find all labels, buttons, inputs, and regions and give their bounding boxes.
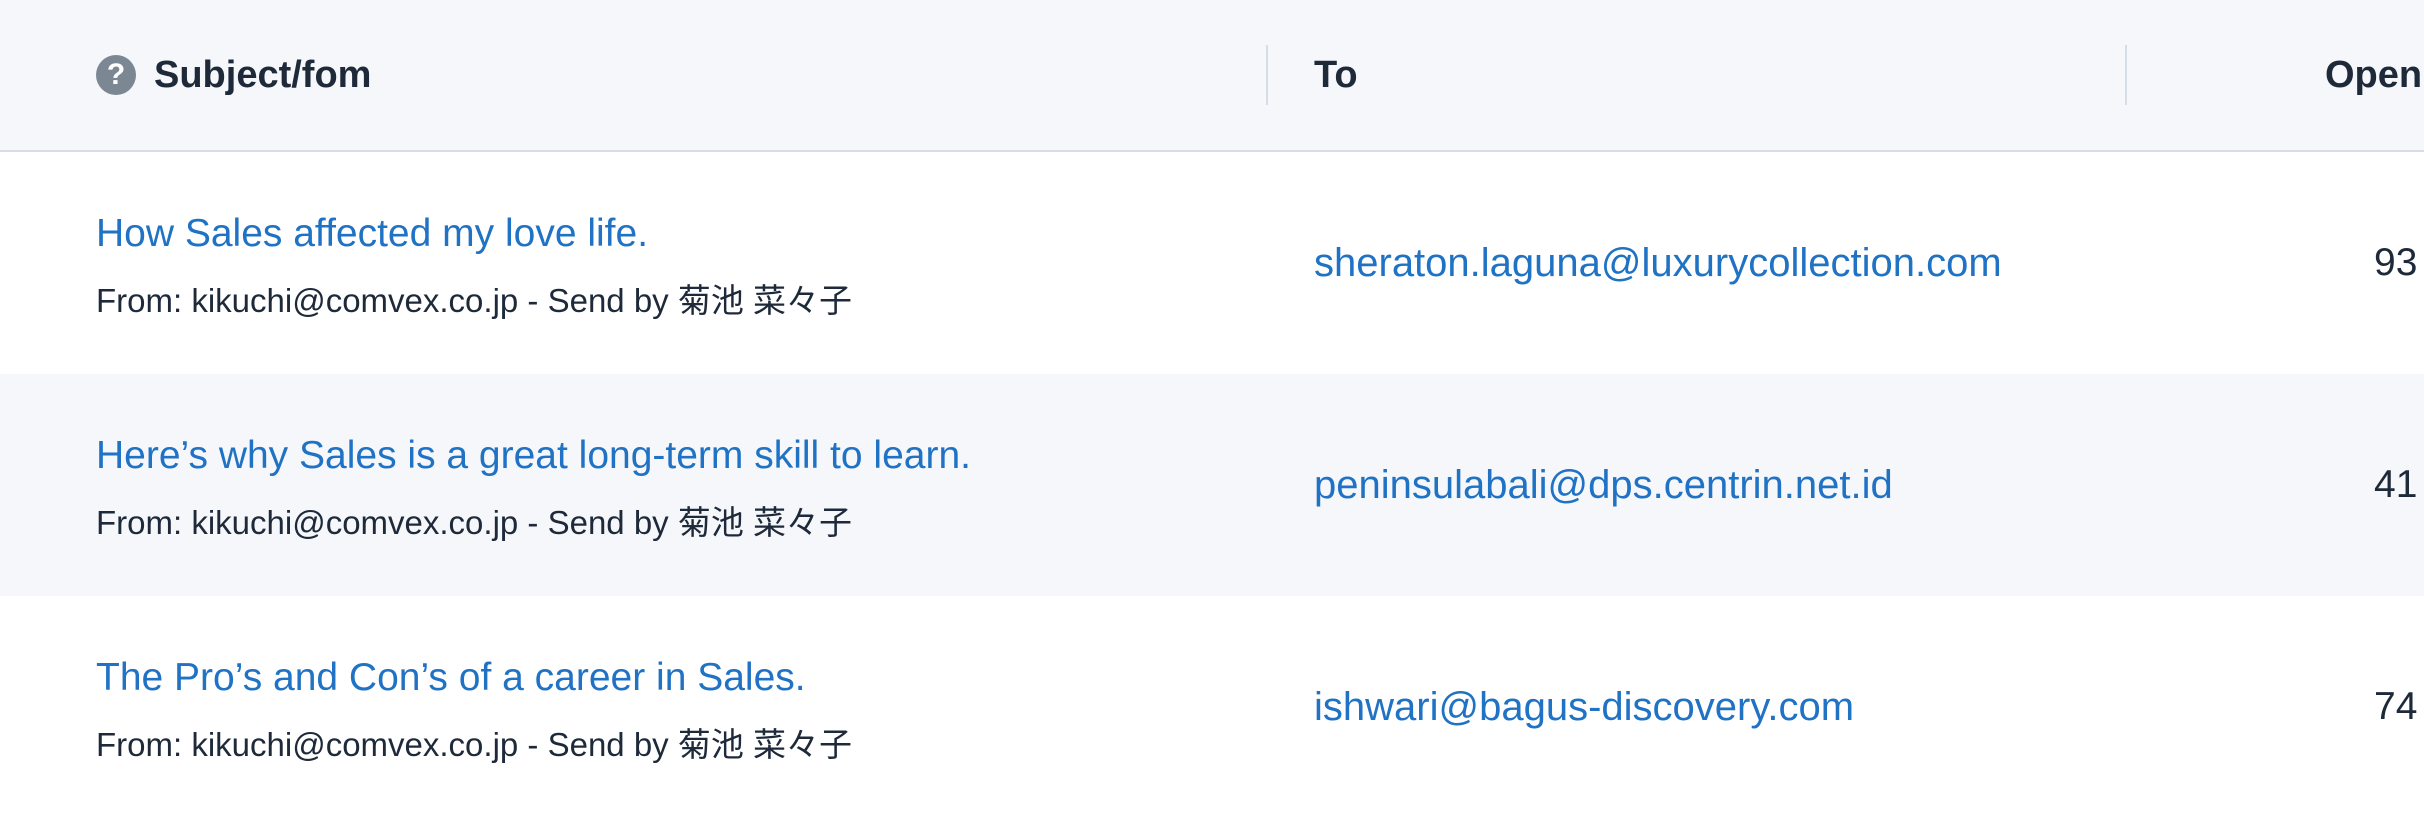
column-header-subject[interactable]: ? Subject/fom xyxy=(96,0,371,150)
open-count: 74 xyxy=(2374,685,2418,728)
recipient-link[interactable]: peninsulabali@dps.centrin.net.id xyxy=(1314,374,1893,596)
email-table: ? Subject/fom To Open How Sales affected… xyxy=(0,0,2424,818)
column-header-to[interactable]: To xyxy=(1314,0,1358,150)
table-row[interactable]: Here’s why Sales is a great long-term sk… xyxy=(0,374,2424,596)
sender-line: From: kikuchi@comvex.co.jp - Send by 菊池 … xyxy=(96,504,853,541)
sender-line: From: kikuchi@comvex.co.jp - Send by 菊池 … xyxy=(96,726,853,763)
column-header-open-label: Open xyxy=(2325,53,2423,96)
subject-link[interactable]: Here’s why Sales is a great long-term sk… xyxy=(96,434,971,478)
table-row[interactable]: The Pro’s and Con’s of a career in Sales… xyxy=(0,596,2424,818)
column-divider[interactable] xyxy=(2125,45,2127,105)
open-count: 41 xyxy=(2374,463,2418,506)
table-row[interactable]: How Sales affected my love life. From: k… xyxy=(0,152,2424,374)
recipient-link[interactable]: sheraton.laguna@luxurycollection.com xyxy=(1314,152,2002,374)
help-circle-icon[interactable]: ? xyxy=(96,55,136,95)
subject-link[interactable]: The Pro’s and Con’s of a career in Sales… xyxy=(96,656,806,700)
recipient-link[interactable]: ishwari@bagus-discovery.com xyxy=(1314,596,1854,818)
column-divider[interactable] xyxy=(1266,45,1268,105)
column-header-open[interactable]: Open xyxy=(2325,0,2422,150)
column-header-to-label: To xyxy=(1314,53,1358,96)
table-header: ? Subject/fom To Open xyxy=(0,0,2424,152)
open-count: 93 xyxy=(2374,241,2418,284)
subject-link[interactable]: How Sales affected my love life. xyxy=(96,212,648,256)
column-header-subject-label: Subject/fom xyxy=(154,53,372,96)
sender-line: From: kikuchi@comvex.co.jp - Send by 菊池 … xyxy=(96,282,853,319)
